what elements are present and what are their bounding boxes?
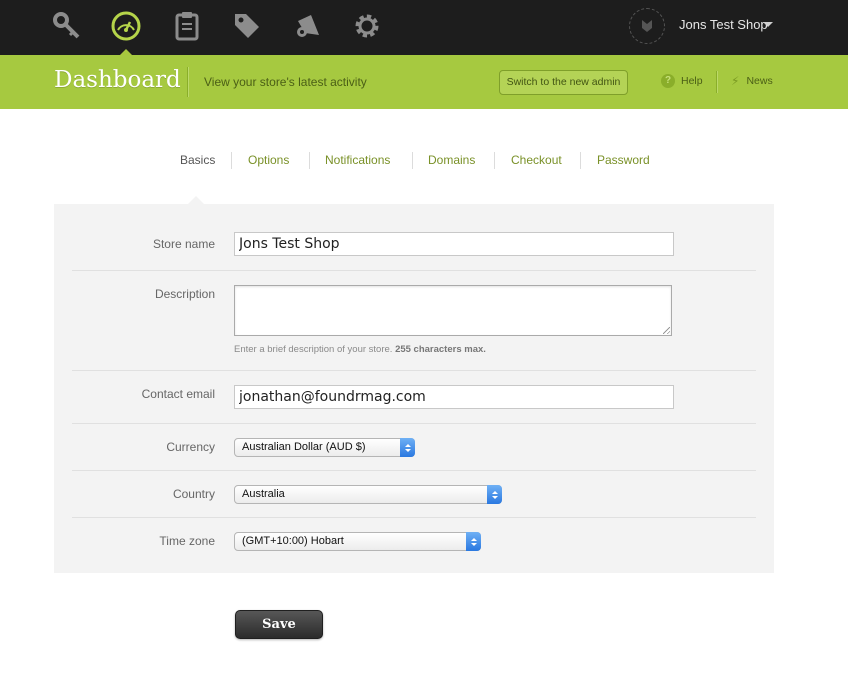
header-divider bbox=[716, 71, 717, 93]
tab-divider bbox=[580, 152, 581, 169]
chevron-down-icon[interactable] bbox=[763, 22, 773, 27]
timezone-label: Time zone bbox=[159, 534, 215, 548]
contact-email-label: Contact email bbox=[141, 387, 215, 401]
tab-options[interactable]: Options bbox=[248, 153, 289, 167]
row-divider bbox=[72, 370, 756, 371]
tab-checkout[interactable]: Checkout bbox=[511, 153, 562, 167]
row-divider bbox=[72, 517, 756, 518]
description-label: Description bbox=[154, 287, 215, 301]
page-subtitle: View your store's latest activity bbox=[204, 75, 367, 89]
tab-divider bbox=[231, 152, 232, 169]
store-settings-form: Store name Description Enter a brief des… bbox=[54, 204, 774, 573]
page-header: Dashboard View your store's latest activ… bbox=[0, 55, 848, 109]
page-title: Dashboard bbox=[54, 67, 181, 93]
tab-password[interactable]: Password bbox=[597, 153, 650, 167]
store-name-label: Store name bbox=[152, 237, 215, 251]
resize-handle-icon[interactable] bbox=[663, 327, 670, 334]
currency-select[interactable]: Australian Dollar (AUD $) bbox=[234, 438, 415, 457]
tab-domains[interactable]: Domains bbox=[428, 153, 475, 167]
row-divider bbox=[72, 270, 756, 271]
megaphone-icon[interactable] bbox=[290, 8, 326, 44]
header-divider bbox=[187, 67, 188, 97]
help-icon: ? bbox=[661, 74, 675, 88]
news-link[interactable]: ⚡ News bbox=[731, 74, 773, 88]
shop-logo-icon[interactable] bbox=[629, 8, 665, 44]
tab-basics[interactable]: Basics bbox=[180, 153, 215, 167]
row-divider bbox=[72, 470, 756, 471]
row-divider bbox=[72, 423, 756, 424]
country-label: Country bbox=[172, 487, 215, 501]
tab-divider bbox=[309, 152, 310, 169]
switch-to-new-admin-button[interactable]: Switch to the new admin bbox=[499, 70, 628, 95]
description-hint-limit: 255 characters max. bbox=[395, 344, 486, 355]
settings-tabs: Basics Options Notifications Domains Che… bbox=[0, 150, 848, 172]
help-label: Help bbox=[681, 75, 703, 87]
gear-icon[interactable] bbox=[349, 8, 385, 44]
country-value: Australia bbox=[242, 488, 285, 500]
lightning-icon: ⚡ bbox=[731, 74, 740, 88]
help-link[interactable]: ? Help bbox=[661, 74, 703, 88]
timezone-value: (GMT+10:00) Hobart bbox=[242, 535, 344, 547]
currency-label: Currency bbox=[166, 440, 215, 454]
tag-icon[interactable] bbox=[229, 8, 265, 44]
select-arrows-icon bbox=[487, 485, 502, 504]
store-name-input[interactable] bbox=[234, 232, 674, 256]
description-textarea[interactable] bbox=[234, 285, 672, 336]
news-label: News bbox=[746, 75, 773, 87]
select-arrows-icon bbox=[466, 532, 481, 551]
tab-notifications[interactable]: Notifications bbox=[325, 153, 390, 167]
key-icon[interactable] bbox=[49, 8, 85, 44]
select-arrows-icon bbox=[400, 438, 415, 457]
description-hint: Enter a brief description of your store.… bbox=[234, 344, 486, 355]
contact-email-input[interactable] bbox=[234, 385, 674, 409]
clipboard-icon[interactable] bbox=[169, 8, 205, 44]
save-button[interactable]: Save bbox=[235, 610, 323, 639]
speedometer-icon[interactable] bbox=[108, 8, 144, 56]
currency-value: Australian Dollar (AUD $) bbox=[242, 441, 366, 453]
shop-name-menu[interactable]: Jons Test Shop bbox=[679, 17, 768, 32]
timezone-select[interactable]: (GMT+10:00) Hobart bbox=[234, 532, 481, 551]
description-hint-text: Enter a brief description of your store. bbox=[234, 344, 393, 355]
tab-divider bbox=[412, 152, 413, 169]
country-select[interactable]: Australia bbox=[234, 485, 502, 504]
tab-divider bbox=[494, 152, 495, 169]
top-navigation-bar: Jons Test Shop bbox=[0, 0, 848, 56]
